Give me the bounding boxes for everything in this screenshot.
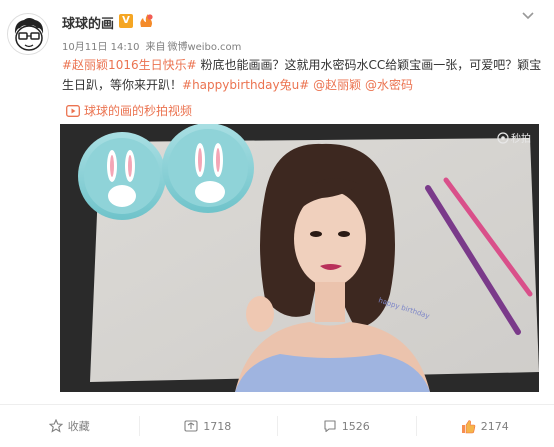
repost-count: 1718 [203, 419, 232, 433]
drawing-photo-image: happy birthday [60, 124, 539, 392]
video-thumbnail[interactable]: happy birthday 秒拍 [60, 124, 539, 392]
verified-badge-icon: V [119, 14, 133, 28]
mention-link[interactable]: @水密码 [365, 78, 413, 92]
chevron-down-icon[interactable] [520, 8, 536, 24]
mention-link[interactable]: @赵丽颖 [313, 78, 361, 92]
topic-link[interactable]: #赵丽颖1016生日快乐# [62, 58, 197, 72]
thumbs-up-icon [461, 419, 476, 433]
favorite-button[interactable]: 收藏 [0, 405, 139, 447]
comment-icon [324, 420, 336, 433]
video-link[interactable]: 球球的画的秒拍视频 [66, 102, 192, 119]
post-meta: 10月11日 14:10 来自 微博weibo.com [62, 38, 247, 53]
post-source[interactable]: 微博weibo.com [167, 42, 241, 53]
repost-button[interactable]: 1718 [138, 405, 278, 447]
fan-badge-icon[interactable] [138, 13, 154, 29]
weibo-post-card: 球球的画 V 10月11日 14:10 来自 微博weibo.com #赵丽颖101… [0, 0, 554, 447]
comment-count: 1526 [341, 419, 370, 433]
action-bar: 收藏 1718 1526 2174 [0, 405, 554, 447]
cartoon-boy-avatar [8, 14, 48, 54]
post-date[interactable]: 10月11日 14:10 [62, 42, 139, 53]
comment-button[interactable]: 1526 [277, 405, 416, 447]
like-count: 2174 [480, 419, 509, 433]
miaopai-logo-icon [497, 131, 509, 144]
watermark-text: 秒拍 [511, 134, 531, 145]
star-icon [48, 419, 63, 433]
username-link[interactable]: 球球的画 [62, 13, 114, 32]
source-prefix: 来自 [145, 42, 166, 53]
video-play-icon [66, 104, 80, 117]
avatar[interactable] [7, 13, 49, 55]
watermark: 秒拍 [497, 130, 531, 145]
video-link-label: 球球的画的秒拍视频 [84, 104, 193, 118]
favorite-label: 收藏 [67, 420, 90, 433]
topic-link[interactable]: #happybirthday兔u# [182, 78, 309, 92]
like-button[interactable]: 2174 [415, 405, 554, 447]
repost-icon [184, 420, 198, 432]
post-text: #赵丽颖1016生日快乐# 粉底也能画画？这就用水密码水CC给颖宝画一张，可爱吧… [62, 55, 542, 95]
